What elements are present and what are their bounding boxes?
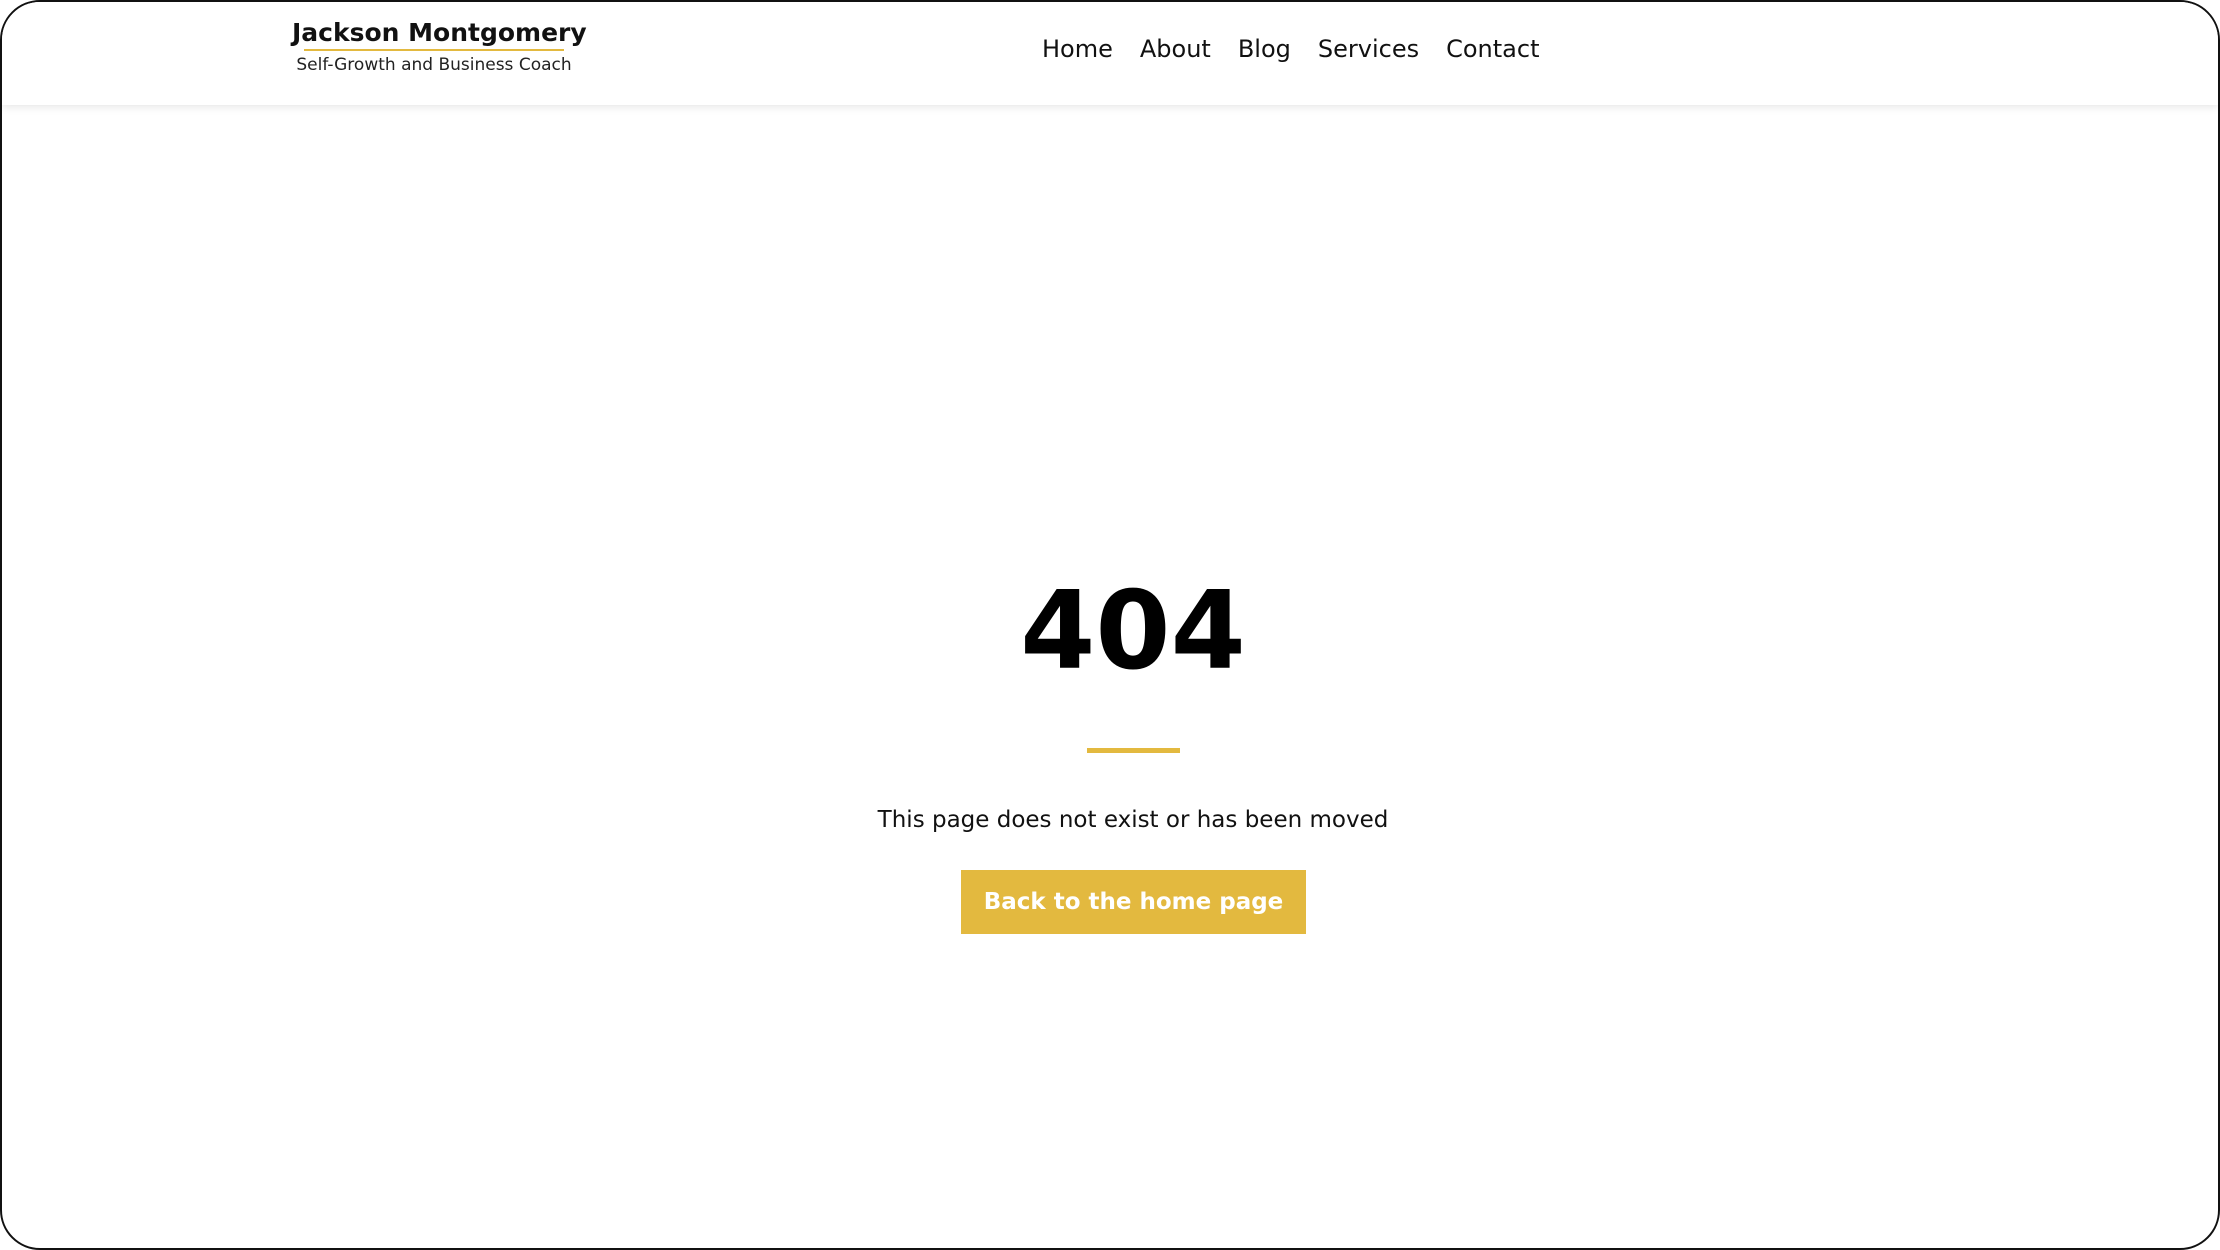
nav-link-services[interactable]: Services xyxy=(1318,28,1419,70)
accent-divider xyxy=(1087,748,1180,753)
brand-name: Jackson Montgomery xyxy=(292,18,587,47)
error-code: 404 xyxy=(1020,569,1246,694)
nav-link-home[interactable]: Home xyxy=(1042,28,1113,70)
error-message: This page does not exist or has been mov… xyxy=(877,807,1389,833)
back-to-home-button[interactable]: Back to the home page xyxy=(961,870,1306,934)
brand-logo-link[interactable]: Jackson Montgomery Self-Growth and Busin… xyxy=(292,18,587,75)
brand-tagline: Self-Growth and Business Coach xyxy=(296,55,572,75)
browser-viewport: Jackson Montgomery Self-Growth and Busin… xyxy=(0,0,2220,1250)
main-nav: Home About Blog Services Contact xyxy=(1042,28,1539,70)
site-header: Jackson Montgomery Self-Growth and Busin… xyxy=(2,2,2218,105)
brand-underline xyxy=(304,49,564,51)
nav-link-blog[interactable]: Blog xyxy=(1238,28,1291,70)
nav-link-about[interactable]: About xyxy=(1140,28,1211,70)
nav-link-contact[interactable]: Contact xyxy=(1446,28,1539,70)
error-page-content: 404 This page does not exist or has been… xyxy=(2,105,2218,1248)
error-code-container: 404 xyxy=(1020,567,1245,697)
